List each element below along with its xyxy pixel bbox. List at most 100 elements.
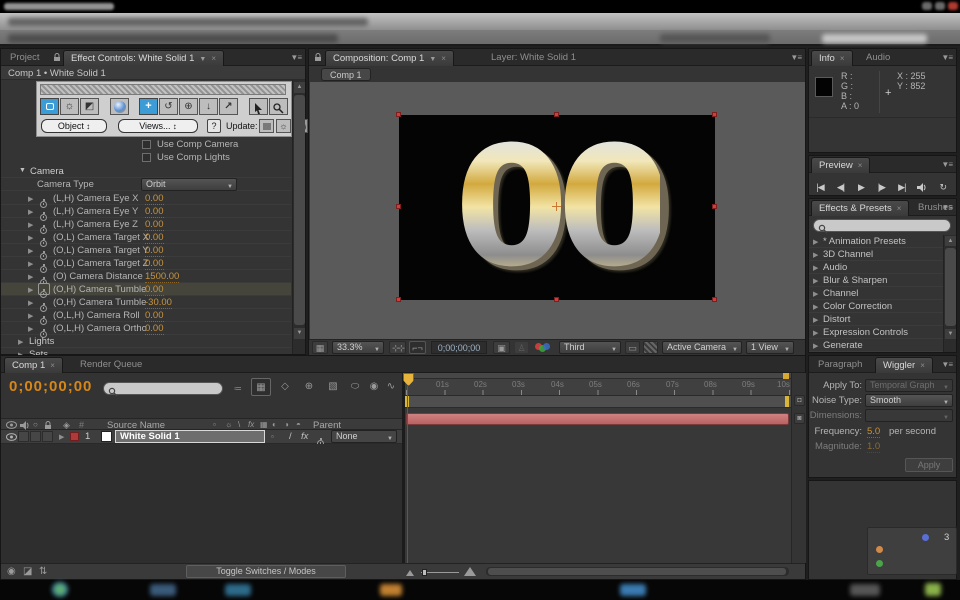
effects-category[interactable]: ▶Blur & Sharpen <box>809 274 943 287</box>
selection-handle[interactable] <box>554 297 559 302</box>
layer-twirl-icon[interactable]: ▶ <box>59 433 64 441</box>
effects-scrollbar[interactable]: ▲ ▼ <box>943 235 956 352</box>
zoom-slider-thumb[interactable] <box>422 569 427 576</box>
camera-property-row[interactable]: ▶(L,H) Camera Eye Y0.00 <box>1 205 291 218</box>
hide-shy-layers-icon[interactable]: ⊕ <box>301 380 317 395</box>
effects-category[interactable]: ▶Channel <box>809 287 943 300</box>
tab-audio[interactable]: Audio <box>859 50 897 66</box>
composition-viewer[interactable]: 00 00 <box>310 82 805 339</box>
taskbar-item[interactable] <box>225 584 251 596</box>
camera-property-row[interactable]: ▶(O) Camera Distance1500.00 <box>1 270 291 283</box>
view-layout-dropdown[interactable]: 1 View▼ <box>746 341 794 354</box>
effects-category[interactable]: ▶Generate <box>809 339 943 352</box>
update-draft-button[interactable] <box>259 119 274 133</box>
play-button[interactable]: ▶ <box>853 182 869 193</box>
comp-flowchart-view-icon[interactable]: ▦ <box>251 378 271 396</box>
noise-type-dropdown[interactable]: Smooth▼ <box>865 394 953 407</box>
selection-handle[interactable] <box>554 112 559 117</box>
camera-property-row[interactable]: ▶(O,L) Camera Target X0.00 <box>1 231 291 244</box>
light-mode-button[interactable]: ☼ <box>60 98 79 115</box>
expand-inout-icon[interactable]: ◪ <box>23 566 32 577</box>
world-button[interactable] <box>110 98 129 115</box>
playhead-line[interactable] <box>407 386 408 563</box>
active-camera-dropdown[interactable]: Active Camera▼ <box>662 341 742 354</box>
effect-controls-scrollbar[interactable]: ▲ ▼ <box>292 80 305 354</box>
effects-category[interactable]: ▶3D Channel <box>809 248 943 261</box>
tab-effect-controls[interactable]: Effect Controls: White Solid 1▼× <box>63 50 224 66</box>
current-timecode[interactable]: 0;00;00;00 <box>9 378 92 395</box>
scale-tool-button[interactable]: ↗ <box>219 98 238 115</box>
layer-color-swatch[interactable] <box>101 431 112 442</box>
safe-areas-icon[interactable]: ⊹⊹ <box>389 341 406 354</box>
panel-menu-icon[interactable]: ▼≡ <box>941 53 952 62</box>
selection-handle[interactable] <box>396 112 401 117</box>
comp-marker-bin-icon[interactable]: ◘ <box>794 395 805 406</box>
region-icon[interactable]: ⌐¬ <box>409 341 426 354</box>
update-wire-button[interactable]: ☼ <box>276 119 291 133</box>
views-dropdown[interactable]: Views... ↕ <box>118 119 198 133</box>
object-mode-button[interactable]: ◩ <box>80 98 99 115</box>
comp-timecode[interactable]: 0;00;00;00 <box>431 341 487 354</box>
camera-group-row[interactable]: ▼ Camera <box>1 165 291 178</box>
frame-blending-icon[interactable]: ▧ <box>325 380 341 395</box>
orbit-tool-button[interactable]: ↺ <box>159 98 178 115</box>
effects-category[interactable]: ▶* Animation Presets <box>809 235 943 248</box>
tab-project[interactable]: Project <box>3 50 47 66</box>
tab-layer[interactable]: Layer: White Solid 1 <box>484 50 583 66</box>
scroll-up-arrow[interactable]: ▲ <box>945 236 956 246</box>
workspace-dropdown[interactable] <box>660 34 770 43</box>
region-of-interest-icon[interactable]: ▦ <box>312 341 328 354</box>
scroll-thumb[interactable] <box>945 248 956 326</box>
minimize-button[interactable] <box>922 2 932 10</box>
camera-property-row[interactable]: ▶(L,H) Camera Eye Z0.00 <box>1 218 291 231</box>
transparency-grid-icon[interactable] <box>643 341 658 354</box>
camera-property-row[interactable]: ▶(O,L) Camera Target Z0.00 <box>1 257 291 270</box>
time-ruler[interactable]: 01s 02s 03s 04s 05s 06s 07s 08s 09s 10s <box>405 379 791 396</box>
selection-handle[interactable] <box>396 297 401 302</box>
lock-cell[interactable] <box>42 431 53 442</box>
camera-property-row[interactable]: ▶(O,L,H) Camera Ortho0.00 <box>1 322 291 335</box>
snapshot-icon[interactable]: ▣ <box>493 341 510 354</box>
taskbar-item[interactable] <box>620 584 646 596</box>
effects-category[interactable]: ▶Expression Controls <box>809 326 943 339</box>
selection-handle[interactable] <box>712 204 717 209</box>
use-comp-camera-checkbox[interactable] <box>142 140 151 149</box>
panel-menu-icon[interactable]: ▼≡ <box>790 53 801 62</box>
resolution-dropdown[interactable]: Third▼ <box>559 341 621 354</box>
composition-frame[interactable]: 00 00 <box>399 115 715 300</box>
timeline-zoom-slider[interactable] <box>421 572 459 573</box>
camera-property-row-keyframed[interactable]: ▶(O,H) Camera Tumble0.00 <box>1 283 291 296</box>
lights-group-row[interactable]: ▶Lights <box>1 335 291 348</box>
solo-cell[interactable] <box>30 431 41 442</box>
tab-comp-1[interactable]: Comp 1× <box>4 357 63 373</box>
panel-menu-icon[interactable]: ▼≡ <box>941 360 952 369</box>
layer-row[interactable]: ▶ 1 White Solid 1 ▫ / fx None▼ <box>1 430 403 444</box>
tab-brushes[interactable]: Brushes <box>911 200 960 216</box>
scroll-down-arrow[interactable]: ▼ <box>294 328 305 339</box>
timeline-search-box[interactable] <box>103 382 223 395</box>
graph-editor-icon[interactable]: ∿ <box>383 380 399 395</box>
audio-button[interactable] <box>914 182 930 192</box>
taskbar-item[interactable] <box>850 584 880 596</box>
toolbar-search-box[interactable] <box>822 34 927 43</box>
layer-label-chip[interactable] <box>70 432 79 441</box>
composition-mini-flowchart-icon[interactable]: ≔ <box>231 380 245 395</box>
apply-button[interactable]: Apply <box>905 458 953 472</box>
zoom-out-mountain-icon[interactable] <box>406 570 414 576</box>
audio-cell[interactable] <box>18 431 29 442</box>
selection-handle[interactable] <box>712 297 717 302</box>
minimized-panel-box[interactable]: 3 <box>867 527 957 575</box>
region-of-interest-2-icon[interactable]: ▭ <box>625 341 640 354</box>
pan-tool-button[interactable]: ⊕ <box>179 98 198 115</box>
maximize-button[interactable] <box>935 2 945 10</box>
magnification-dropdown[interactable]: 33.3%▼ <box>332 341 384 354</box>
start-button[interactable] <box>52 582 68 597</box>
camera-property-row[interactable]: ▶(O,H) Camera Tumble-30.00 <box>1 296 291 309</box>
expand-modes-icon[interactable]: ⇅ <box>39 566 47 577</box>
selection-handle[interactable] <box>712 112 717 117</box>
panel-menu-icon[interactable]: ▼≡ <box>941 160 952 169</box>
effects-category[interactable]: ▶Color Correction <box>809 300 943 313</box>
object-dropdown[interactable]: Object ↕ <box>41 119 107 133</box>
comp-chip[interactable]: Comp 1 <box>321 68 371 81</box>
horizontal-scroll-thumb[interactable] <box>488 568 786 575</box>
